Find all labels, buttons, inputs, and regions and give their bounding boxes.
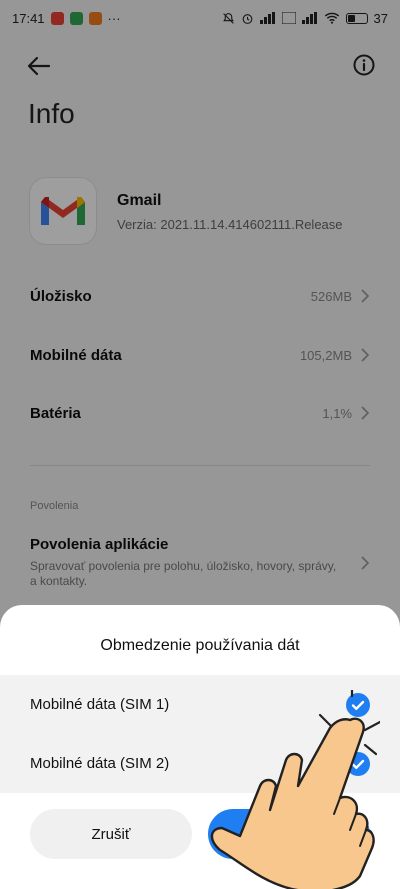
cancel-button[interactable]: Zrušiť bbox=[30, 809, 192, 859]
tap-hand-icon bbox=[210, 690, 380, 889]
option-label: Mobilné dáta (SIM 1) bbox=[30, 696, 170, 713]
option-label: Mobilné dáta (SIM 2) bbox=[30, 755, 170, 772]
sheet-title: Obmedzenie používania dát bbox=[100, 637, 300, 654]
